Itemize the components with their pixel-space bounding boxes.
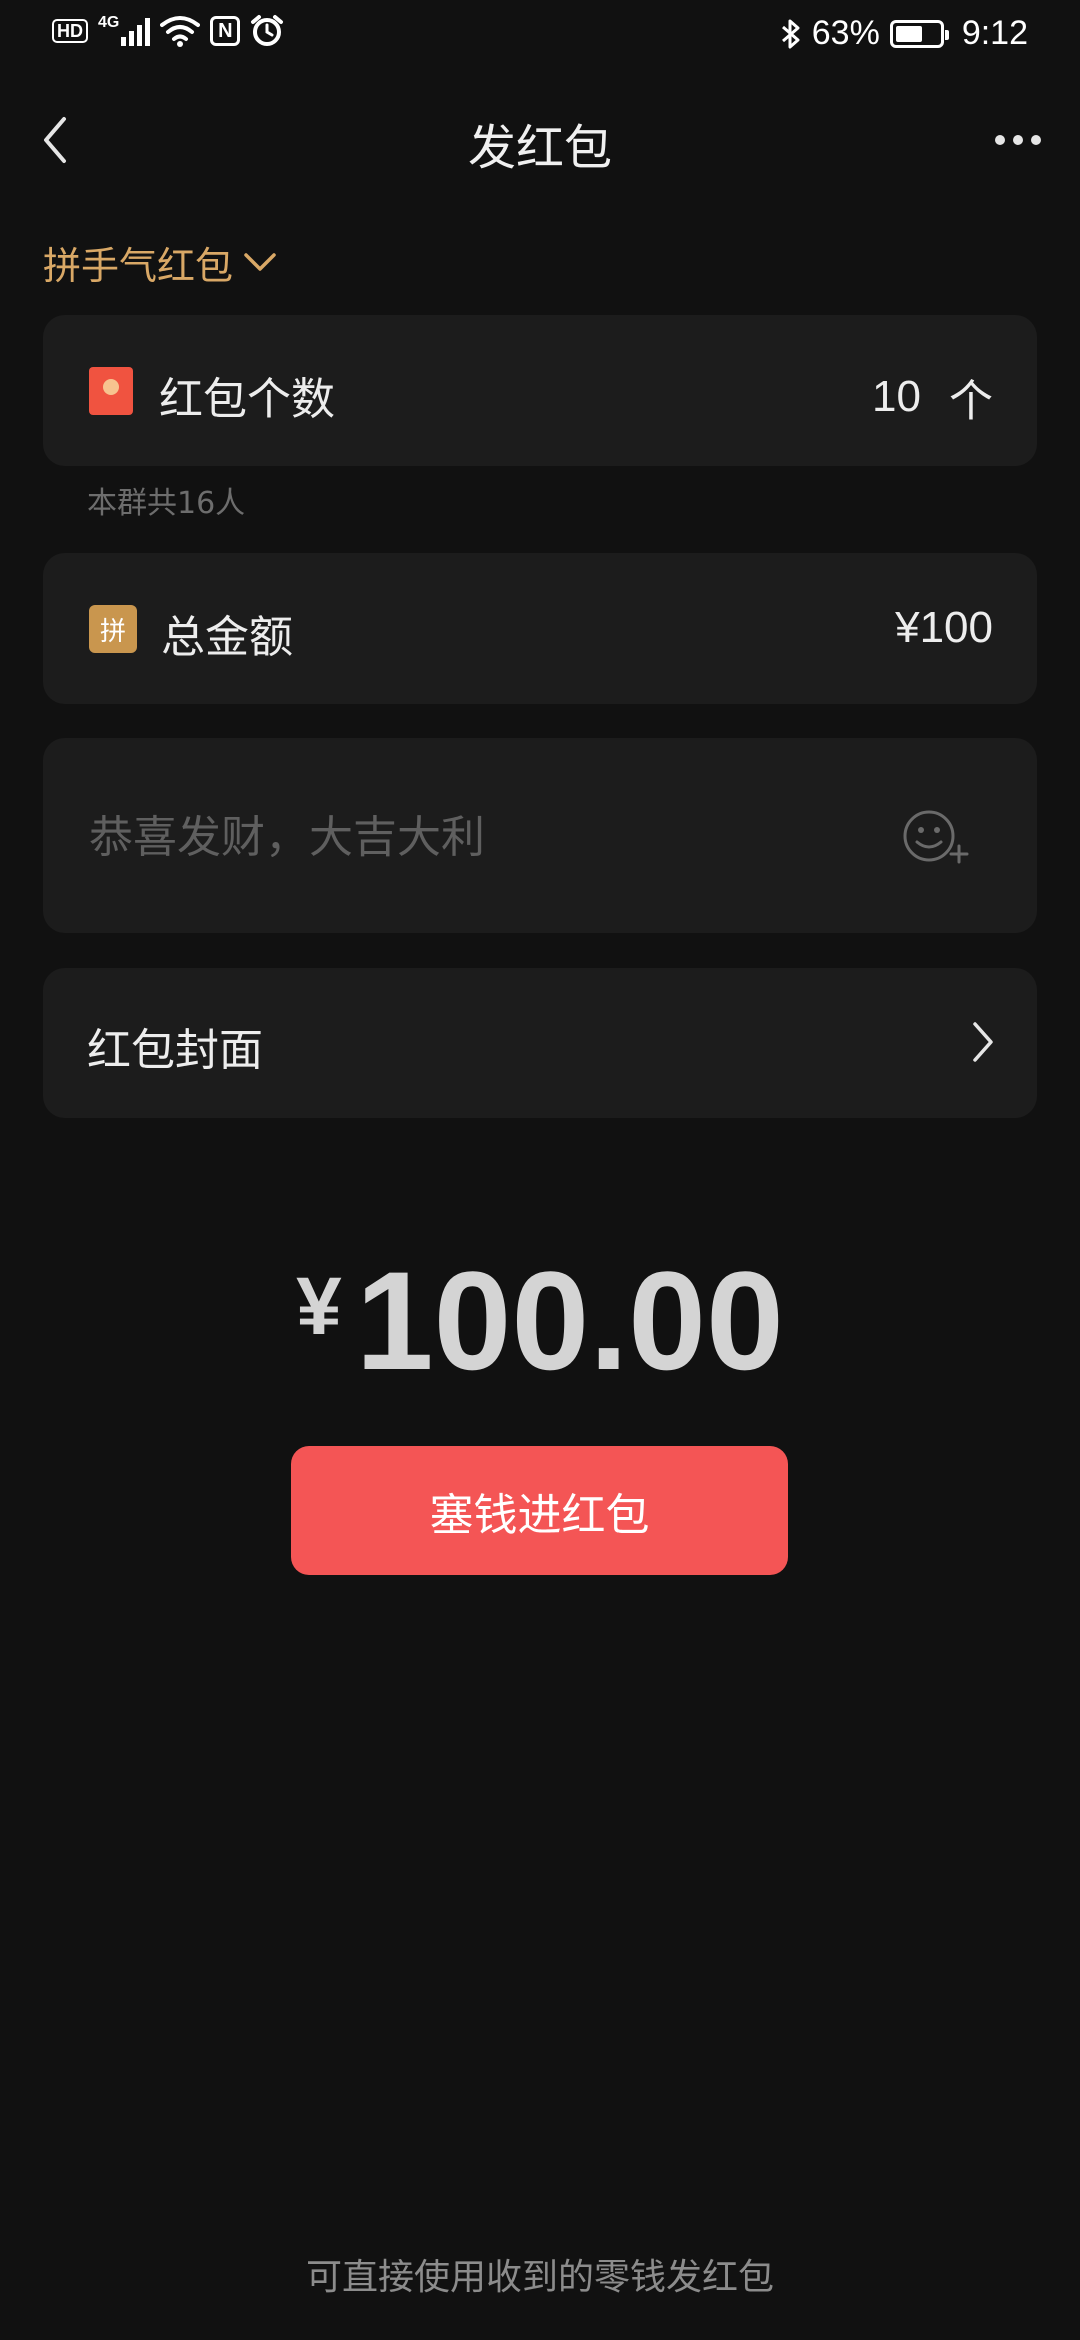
footer-note: 可直接使用收到的零钱发红包 [305, 2257, 774, 2298]
hd-badge: HD [52, 19, 88, 43]
amount-row[interactable]: 拼 总金额 ¥100 [43, 553, 1037, 704]
currency-symbol: ¥ [296, 1261, 342, 1352]
more-button[interactable] [988, 118, 1048, 162]
battery-fill [895, 25, 923, 42]
red-packet-icon [89, 367, 133, 415]
wifi-icon [160, 16, 201, 47]
amount-value[interactable]: ¥100 [895, 603, 993, 653]
count-value-group: 10 个 [872, 365, 993, 429]
battery-icon [889, 19, 949, 48]
total-amount: ¥100.00 [0, 1240, 1080, 1402]
network-type: 4G [98, 14, 120, 31]
packet-type-label: 拼手气红包 [43, 243, 234, 288]
cover-row[interactable]: 红包封面 [43, 968, 1037, 1118]
status-right: 63% 9:12 [780, 14, 1028, 53]
packet-type-selector[interactable]: 拼手气红包 [43, 234, 277, 290]
alarm-icon [251, 15, 284, 46]
status-bar: HD 4G N 63% 9:12 [0, 0, 1080, 72]
count-label: 红包个数 [159, 374, 335, 425]
count-row[interactable]: 红包个数 10 个 [43, 315, 1037, 466]
greeting-input[interactable] [87, 796, 891, 878]
more-dots-icon [995, 135, 1005, 145]
greeting-card [43, 738, 1037, 933]
clock: 9:12 [961, 14, 1028, 52]
chevron-down-icon [244, 253, 276, 271]
total-amount-value: 100.00 [355, 1242, 784, 1399]
bluetooth-icon [781, 19, 800, 48]
chevron-right-icon [973, 1022, 993, 1062]
amount-label: 总金额 [161, 612, 293, 663]
count-value[interactable]: 10 [872, 372, 921, 422]
count-unit: 个 [949, 376, 993, 427]
pin-badge-icon: 拼 [89, 605, 137, 653]
put-money-button[interactable]: 塞钱进红包 [291, 1446, 788, 1575]
status-left: HD 4G N [52, 14, 284, 48]
cover-label: 红包封面 [87, 1025, 263, 1076]
nfc-icon: N [210, 16, 241, 46]
signal-icon [121, 16, 151, 46]
emoji-add-icon[interactable] [901, 806, 971, 866]
member-count-hint: 本群共16人 [87, 486, 246, 521]
battery-percent: 63% [811, 14, 880, 52]
page-title: 发红包 [467, 120, 612, 176]
